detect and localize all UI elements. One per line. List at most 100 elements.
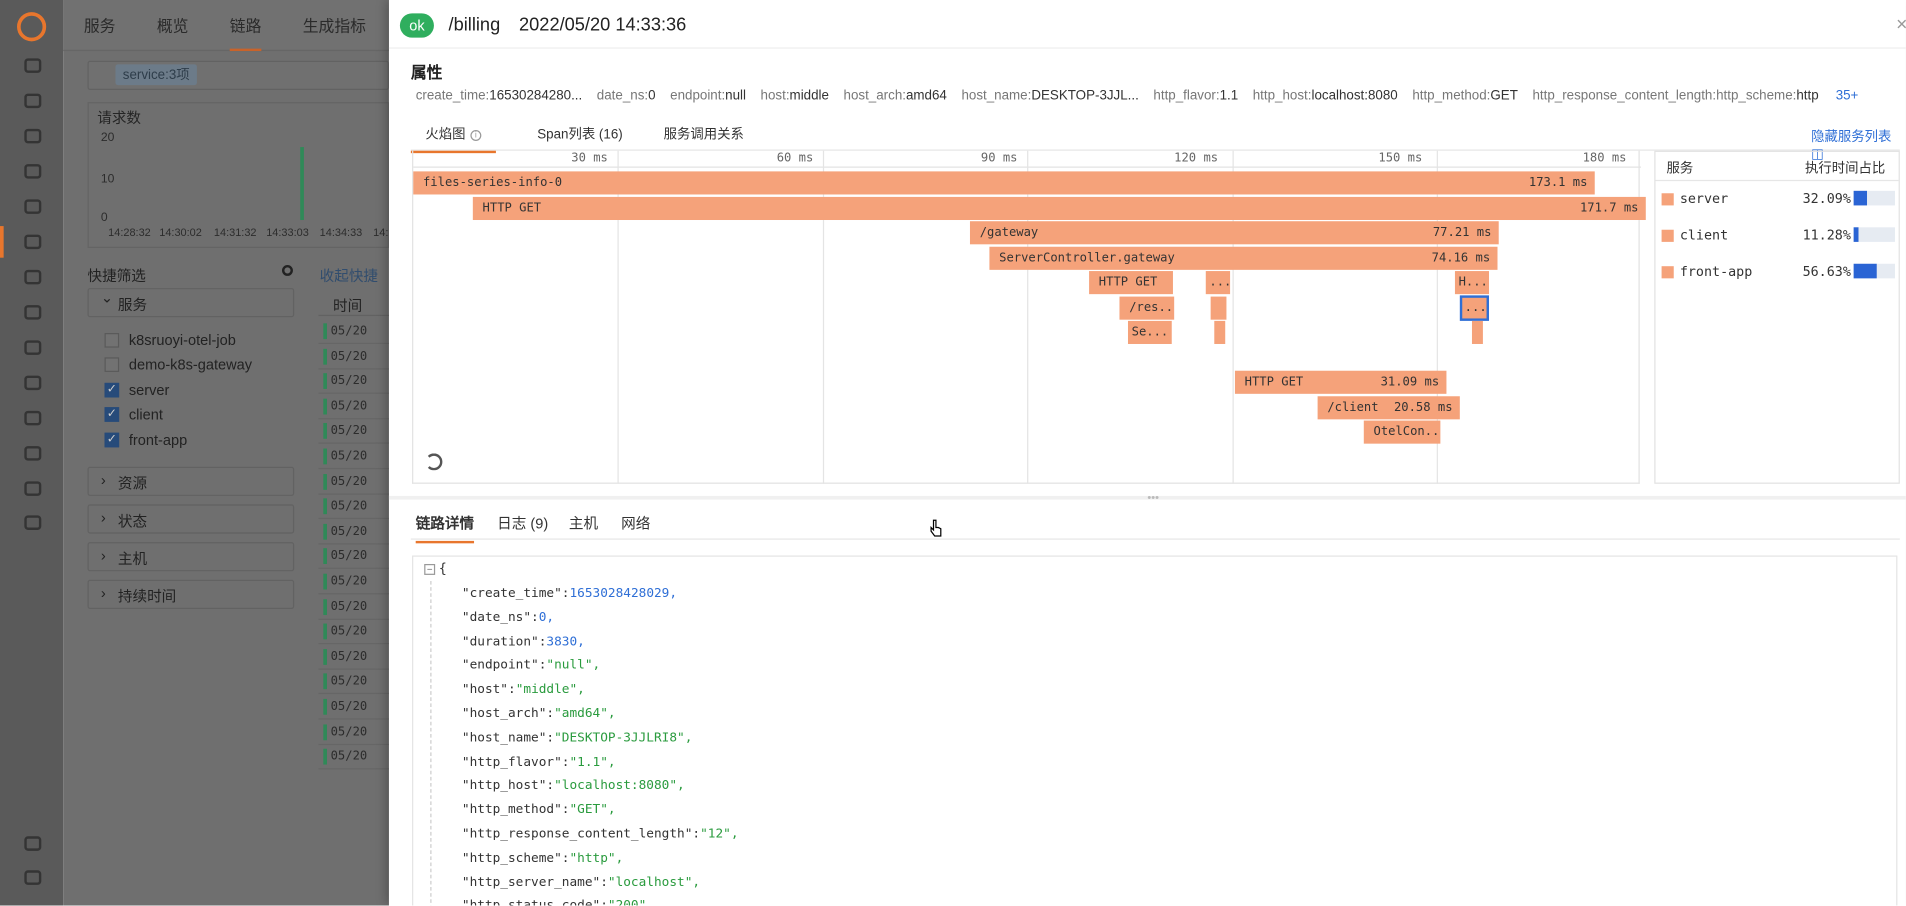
table-row[interactable]: 05/20	[318, 695, 389, 720]
tab-trace-detail[interactable]: 链路详情	[415, 513, 475, 544]
table-row[interactable]: 05/20	[318, 620, 389, 645]
search-tag[interactable]: service:3项	[115, 64, 197, 86]
service-checkbox[interactable]: ✓ front-app	[104, 432, 187, 449]
service-row[interactable]: front-app 56.63%	[1656, 258, 1899, 287]
table-row[interactable]: 05/20	[318, 545, 389, 570]
flame-span[interactable]: Se...	[1127, 320, 1172, 344]
flame-span[interactable]: ...	[1205, 271, 1231, 295]
collapse-toggle-icon[interactable]: −	[424, 563, 436, 575]
flame-span[interactable]: /client 20.58 ms	[1317, 396, 1460, 420]
service-row[interactable]: server 32.09%	[1656, 185, 1899, 214]
filter-group-status[interactable]: 状态	[87, 504, 295, 534]
trace-icon[interactable]	[24, 234, 42, 250]
table-row[interactable]: 05/20	[318, 345, 389, 370]
tab-span-list[interactable]: Span列表 (16)	[537, 124, 622, 143]
apps-icon[interactable]	[24, 269, 42, 285]
table-row[interactable]: 05/20	[318, 720, 389, 745]
gear-icon[interactable]	[281, 264, 293, 276]
flame-span[interactable]	[1471, 320, 1483, 344]
service-checkbox[interactable]: k8sruoyi-otel-job	[104, 332, 236, 349]
drag-handle-icon[interactable]: •••	[1147, 492, 1158, 503]
checkbox-icon[interactable]	[104, 357, 120, 372]
flame-span[interactable]: OtelCon...	[1363, 420, 1441, 444]
quick-filter-title: 快捷筛选	[87, 267, 146, 285]
checkbox-checked-icon[interactable]: ✓	[104, 382, 120, 398]
flame-span[interactable]: /res...	[1119, 296, 1175, 320]
nav-metrics[interactable]: 生成指标	[303, 13, 366, 36]
table-row[interactable]: 05/20	[318, 595, 389, 620]
collapse-quick-filter[interactable]: 收起快捷	[320, 265, 378, 286]
table-header-time[interactable]: 时间	[318, 292, 389, 317]
service-checkbox[interactable]: demo-k8s-gateway	[104, 356, 252, 373]
filter-group-host[interactable]: 主机	[87, 542, 295, 572]
close-icon[interactable]: ×	[1896, 15, 1906, 37]
target-icon[interactable]	[24, 164, 42, 179]
flame-span[interactable]	[1210, 296, 1227, 320]
network-icon[interactable]	[24, 305, 42, 320]
json-viewer[interactable]: − { "create_time":1653028428029, "date_ns…	[412, 555, 1898, 906]
nav-overview[interactable]: 概览	[157, 13, 189, 36]
table-row[interactable]: 05/20	[318, 520, 389, 545]
table-row[interactable]: 05/20	[318, 495, 389, 520]
nav-services[interactable]: 服务	[84, 13, 116, 36]
table-row[interactable]: 05/20	[318, 420, 389, 445]
table-row[interactable]: 05/20	[318, 470, 389, 495]
filter-group-duration[interactable]: 持续时间	[87, 579, 295, 609]
service-color-swatch	[1661, 193, 1674, 206]
flame-span[interactable]: ...	[1459, 295, 1489, 321]
dashboard-icon[interactable]	[24, 58, 42, 73]
flame-span[interactable]: HTTP GET 31.09 ms	[1234, 370, 1447, 394]
attribute-value: GET	[1490, 88, 1518, 104]
checkbox-checked-icon[interactable]: ✓	[104, 432, 120, 448]
flame-span[interactable]: HTTP GET	[1089, 271, 1173, 295]
service-row[interactable]: client 11.28%	[1656, 221, 1899, 250]
table-row[interactable]: 05/20	[318, 745, 389, 770]
tab-network[interactable]: 网络	[621, 513, 650, 534]
json-value: "null",	[546, 658, 601, 673]
nav-traces[interactable]: 链路	[229, 13, 262, 52]
archive-icon[interactable]	[24, 515, 42, 530]
box-icon[interactable]	[24, 446, 42, 461]
flame-span[interactable]: files-series-info-0 173.1 ms	[413, 171, 1595, 195]
filter-group-services[interactable]: 服务	[87, 288, 295, 318]
checkbox-icon[interactable]	[104, 333, 120, 348]
flame-span[interactable]: /gateway 77.21 ms	[969, 221, 1499, 245]
cluster-icon[interactable]	[24, 128, 42, 144]
calendar-icon[interactable]	[24, 199, 42, 214]
tab-flame-graph[interactable]: 火焰图 i	[410, 124, 496, 154]
flame-tick-label: 30 ms	[571, 151, 608, 166]
flame-span[interactable]: ServerController.gateway 74.16 ms	[989, 246, 1498, 270]
tab-service-map[interactable]: 服务调用关系	[664, 124, 744, 143]
table-row[interactable]: 05/20	[318, 670, 389, 695]
rocket-icon[interactable]	[24, 375, 42, 391]
service-color-swatch	[1661, 229, 1674, 242]
service-checkbox[interactable]: ✓ client	[104, 406, 163, 423]
flame-span[interactable]: HTTP GET 171.7 ms	[472, 196, 1646, 221]
shield-icon[interactable]	[24, 340, 42, 355]
tab-logs[interactable]: 日志 (9)	[497, 513, 548, 534]
table-row[interactable]: 05/20	[318, 395, 389, 420]
service-checkbox[interactable]: ✓ server	[104, 382, 169, 399]
refresh-icon[interactable]	[425, 453, 443, 471]
x-tick: 14:31:32	[213, 226, 257, 239]
signal-icon[interactable]	[24, 410, 42, 426]
flame-graph[interactable]: 30 ms 60 ms 90 ms 120 ms 150 ms 180 ms files-s…	[412, 150, 1646, 484]
flame-span[interactable]	[1214, 320, 1226, 344]
send-icon[interactable]	[24, 836, 42, 851]
filter-group-resources[interactable]: 资源	[87, 466, 295, 496]
tab-host[interactable]: 主机	[569, 513, 598, 534]
bell-icon[interactable]	[24, 93, 42, 109]
attribute-key: date_ns:	[596, 88, 649, 104]
logo-icon	[17, 12, 47, 42]
table-row[interactable]: 05/20	[318, 320, 389, 344]
more-attributes-link[interactable]: 35+	[1836, 89, 1859, 104]
help-icon[interactable]	[24, 870, 42, 885]
table-row[interactable]: 05/20	[318, 445, 389, 470]
flame-span[interactable]: H...	[1454, 271, 1489, 295]
checkbox-checked-icon[interactable]: ✓	[104, 407, 120, 422]
table-row[interactable]: 05/20	[318, 570, 389, 595]
table-row[interactable]: 05/20	[318, 645, 389, 670]
sliders-icon[interactable]	[24, 481, 42, 496]
table-row[interactable]: 05/20	[318, 370, 389, 395]
info-icon[interactable]: i	[470, 130, 482, 141]
